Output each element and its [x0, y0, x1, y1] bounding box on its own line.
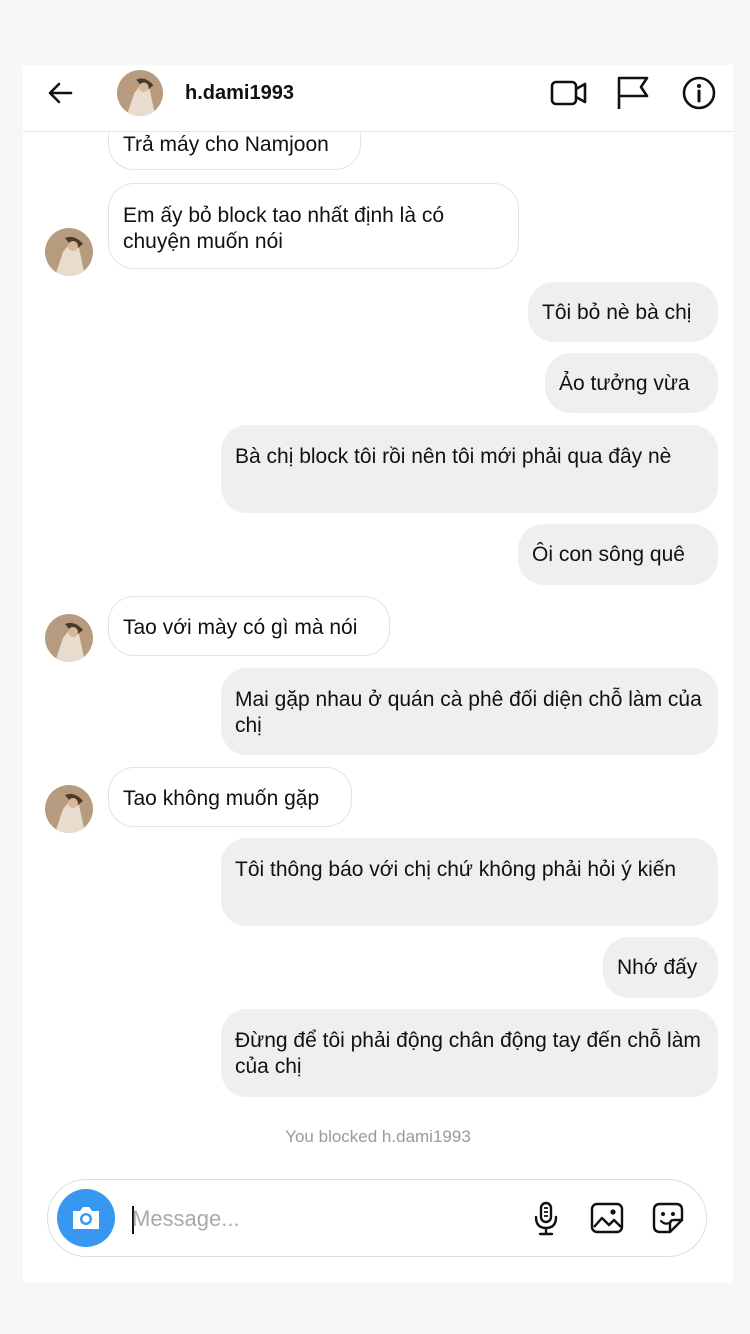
message-text: Tao với mày có gì mà nói — [123, 616, 358, 639]
message-bubble-outgoing: Tôi thông báo với chị chứ không phải hỏi… — [221, 838, 718, 926]
message-text: Mai gặp nhau ở quán cà phê đối diện chỗ … — [235, 688, 702, 737]
camera-icon — [73, 1207, 99, 1229]
arrow-left-icon — [48, 82, 73, 104]
report-button[interactable] — [613, 73, 653, 113]
voice-message-button[interactable] — [528, 1200, 564, 1236]
gallery-icon — [590, 1202, 624, 1234]
message-text: Em ấy bỏ block tao nhất định là có chuyệ… — [123, 204, 445, 253]
message-text: Ảo tưởng vừa — [559, 372, 690, 395]
message-text: Tôi bỏ nè bà chị — [542, 301, 692, 324]
message-text: Trả máy cho Namjoon — [123, 133, 329, 156]
flag-icon — [617, 76, 649, 109]
message-input[interactable] — [132, 1204, 512, 1234]
chat-screen: Trả máy cho Namjoon Em ấy bỏ block tao n… — [23, 65, 733, 1283]
message-bubble-outgoing: Nhớ đấy — [603, 937, 718, 998]
sticker-button[interactable] — [650, 1200, 686, 1236]
message-bubble-outgoing: Ôi con sông quê — [518, 524, 718, 585]
header-avatar[interactable] — [117, 70, 163, 116]
chat-header: h.dami1993 — [23, 65, 733, 132]
message-bubble-incoming: Em ấy bỏ block tao nhất định là có chuyệ… — [108, 183, 519, 269]
avatar[interactable] — [45, 228, 93, 276]
info-button[interactable] — [679, 73, 719, 113]
message-text: Tao không muốn gặp — [123, 787, 320, 810]
blocked-notice: You blocked h.dami1993 — [285, 1127, 471, 1146]
chat-username[interactable]: h.dami1993 — [185, 82, 294, 105]
camera-button[interactable] — [57, 1189, 115, 1247]
back-button[interactable] — [45, 77, 77, 109]
message-bubble-incoming: Tao với mày có gì mà nói — [108, 596, 390, 656]
message-text: Bà chị block tôi rồi nên tôi mới phải qu… — [235, 445, 672, 468]
message-text: Ôi con sông quê — [532, 543, 685, 566]
message-text: Đừng để tôi phải động chân động tay đến … — [235, 1029, 701, 1078]
message-text: Tôi thông báo với chị chứ không phải hỏi… — [235, 858, 677, 881]
gallery-button[interactable] — [589, 1200, 625, 1236]
video-call-icon — [550, 80, 587, 106]
info-icon — [682, 76, 716, 110]
message-bubble-outgoing: Bà chị block tôi rồi nên tôi mới phải qu… — [221, 425, 718, 513]
message-bubble-outgoing: Ảo tưởng vừa — [545, 353, 718, 413]
message-bubble-outgoing: Tôi bỏ nè bà chị — [528, 282, 718, 342]
message-bubble-outgoing: Mai gặp nhau ở quán cà phê đối diện chỗ … — [221, 668, 718, 755]
message-composer — [47, 1179, 707, 1257]
message-bubble-incoming: Tao không muốn gặp — [108, 767, 352, 827]
video-call-button[interactable] — [549, 73, 589, 113]
sticker-icon — [652, 1202, 684, 1234]
avatar[interactable] — [45, 614, 93, 662]
avatar[interactable] — [45, 785, 93, 833]
message-text: Nhớ đấy — [617, 956, 698, 979]
message-bubble-outgoing: Đừng để tôi phải động chân động tay đến … — [221, 1009, 718, 1097]
microphone-icon — [534, 1201, 558, 1236]
